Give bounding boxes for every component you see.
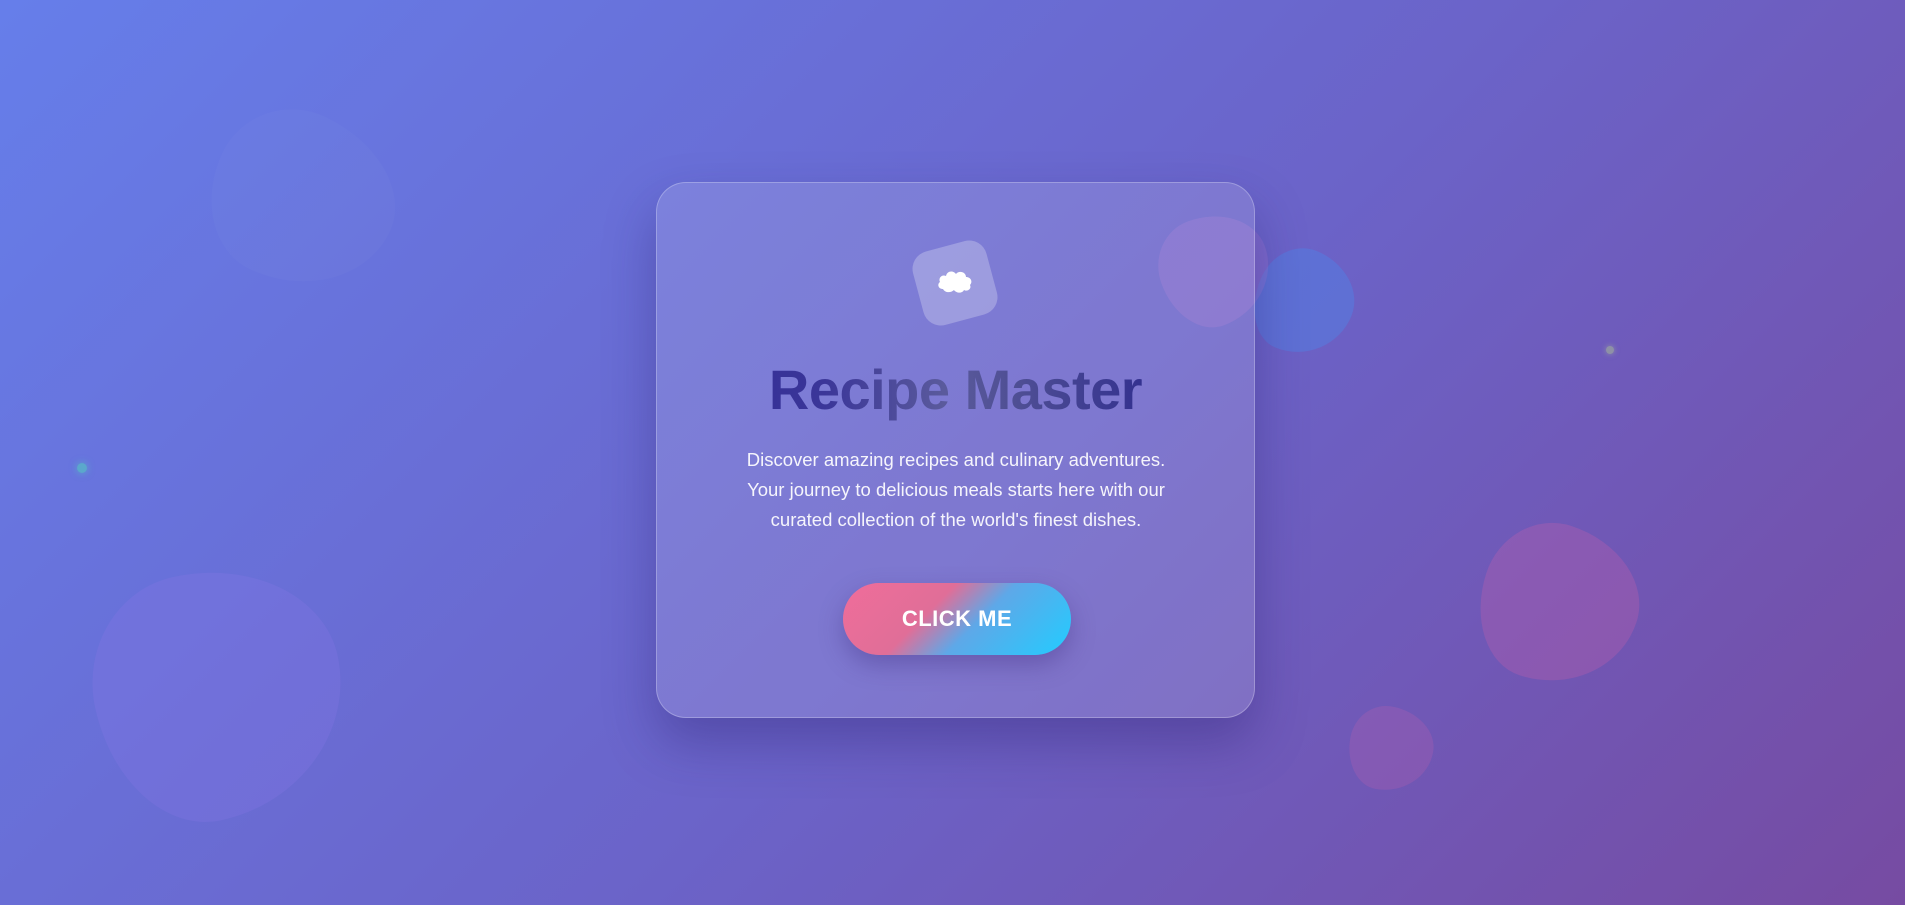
logo-badge: [908, 236, 1002, 330]
hero-card: Recipe Master Discover amazing recipes a…: [656, 182, 1255, 718]
page-title: Recipe Master: [657, 356, 1254, 424]
glow-dot: [1606, 346, 1614, 354]
cloud-icon: [937, 268, 973, 298]
decorative-blob: [1459, 505, 1659, 705]
description-text: Discover amazing recipes and culinary ad…: [746, 449, 1166, 530]
decorative-blob: [1342, 700, 1440, 798]
decorative-blob: [71, 546, 367, 842]
glow-dot: [77, 463, 87, 473]
click-me-button[interactable]: CLICK ME: [843, 583, 1071, 655]
decorative-blob: [183, 84, 423, 316]
